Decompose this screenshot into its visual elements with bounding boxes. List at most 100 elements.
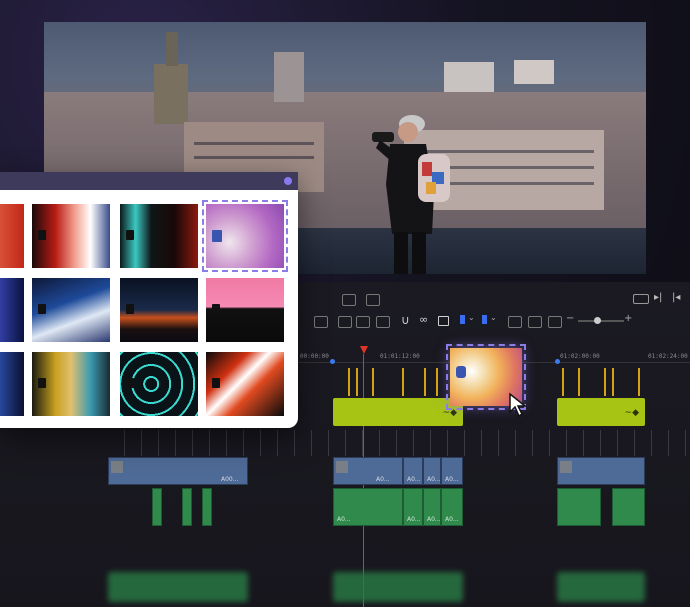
- clip-thumbnail: [560, 461, 572, 473]
- video-clip-label: A0...: [445, 476, 459, 483]
- title-clip-1[interactable]: ~◆: [333, 398, 463, 426]
- clip-marker: [638, 368, 640, 396]
- zoom-slider-track[interactable]: [578, 320, 624, 322]
- blade-icon[interactable]: [376, 316, 390, 328]
- clip-marker: [562, 368, 564, 396]
- sprocket-icon: [456, 366, 466, 378]
- audio-clip-lower: [557, 572, 645, 602]
- clip-thumbnail: [111, 461, 123, 473]
- sprocket-icon: [38, 230, 46, 240]
- sprocket-icon: [212, 304, 220, 314]
- effect-tile[interactable]: [206, 352, 284, 416]
- audio-clip[interactable]: A0...: [441, 488, 463, 526]
- video-clip[interactable]: A0...: [441, 457, 463, 485]
- mouse-cursor-icon: [509, 392, 528, 418]
- clip-marker: [436, 368, 438, 396]
- chevron-down-icon[interactable]: ⌄: [490, 313, 497, 322]
- audio-clip[interactable]: A0...: [423, 488, 441, 526]
- sprocket-icon: [126, 304, 134, 314]
- windows: [194, 142, 314, 145]
- clip-marker: [356, 368, 358, 396]
- white-building: [444, 62, 494, 92]
- panel-header: [0, 172, 298, 190]
- white-building-2: [514, 60, 554, 84]
- effect-tile[interactable]: [0, 278, 24, 342]
- lock-icon[interactable]: [438, 316, 449, 326]
- photographer-figure: [372, 115, 450, 274]
- effect-tile-selected[interactable]: [202, 200, 288, 272]
- clip-marker: [402, 368, 404, 396]
- sprocket-icon: [38, 378, 46, 388]
- clip-marker: [424, 368, 426, 396]
- effect-tile[interactable]: [32, 278, 110, 342]
- sprocket-icon: [212, 378, 220, 388]
- video-clip-label: A0...: [407, 476, 421, 483]
- audio-clip[interactable]: A0...: [333, 488, 403, 526]
- in-point-marker[interactable]: [330, 359, 335, 364]
- link-icon[interactable]: ∞: [419, 313, 428, 326]
- audio-clip[interactable]: [202, 488, 212, 526]
- audio-clip[interactable]: A0...: [403, 488, 423, 526]
- clip-marker: [372, 368, 374, 396]
- effect-tile[interactable]: [206, 278, 284, 342]
- trim-tool-icon[interactable]: [338, 316, 352, 328]
- magnet-icon[interactable]: ∪: [401, 313, 410, 327]
- effect-tile[interactable]: [0, 204, 24, 268]
- flag-icon[interactable]: [460, 315, 465, 324]
- sprocket-icon: [126, 378, 134, 388]
- audio-clip[interactable]: [612, 488, 645, 526]
- effect-tile[interactable]: [120, 204, 198, 268]
- video-clip-label: A00...: [221, 476, 239, 483]
- effects-library-panel: [0, 172, 298, 428]
- effect-tile[interactable]: [32, 204, 110, 268]
- audio-clip[interactable]: [182, 488, 192, 526]
- sprocket-icon: [38, 304, 46, 314]
- select-tool-icon[interactable]: [314, 316, 328, 328]
- effect-tile[interactable]: [0, 352, 24, 416]
- zoom-custom-icon[interactable]: [548, 316, 562, 328]
- effect-tile[interactable]: [32, 352, 110, 416]
- tall-building: [274, 52, 304, 102]
- audio-clip-label: A0...: [407, 516, 421, 523]
- clip-marker: [612, 368, 614, 396]
- zoom-out-icon[interactable]: −: [566, 313, 574, 324]
- audio-clip-label: A0...: [427, 516, 441, 523]
- video-clip[interactable]: A0...: [403, 457, 423, 485]
- next-icon[interactable]: ▸|: [654, 293, 662, 303]
- audio-clip-label: A0...: [337, 516, 351, 523]
- video-clip[interactable]: A0...: [333, 457, 403, 485]
- clip-marker: [578, 368, 580, 396]
- out-point-marker[interactable]: [555, 359, 560, 364]
- end-icon[interactable]: |◂: [672, 293, 680, 303]
- timecode-1: 01:01:12:00: [380, 353, 420, 360]
- dynamic-trim-icon[interactable]: [356, 316, 370, 328]
- audio-clip-label: A0...: [445, 516, 459, 523]
- video-clip[interactable]: A0...: [423, 457, 441, 485]
- effect-tile[interactable]: [120, 352, 198, 416]
- video-clip[interactable]: A00...: [108, 457, 248, 485]
- effect-tile[interactable]: [120, 278, 198, 342]
- clip-marker: [348, 368, 350, 396]
- clip-icon[interactable]: [342, 294, 356, 306]
- clip-icon[interactable]: [366, 294, 380, 306]
- audio-clip-lower: [333, 572, 463, 602]
- sprocket-icon: [126, 230, 134, 240]
- zoom-in-icon[interactable]: +: [624, 313, 632, 324]
- audio-clip[interactable]: [557, 488, 601, 526]
- chevron-down-icon[interactable]: ⌄: [468, 313, 475, 322]
- sprocket-icon: [212, 230, 222, 242]
- marker-icon[interactable]: [482, 315, 487, 324]
- zoom-slider-handle[interactable]: [594, 317, 601, 324]
- fullscreen-icon[interactable]: [633, 294, 649, 304]
- audio-clip-lower: [108, 572, 248, 602]
- timecode-0: 00:00:00: [300, 353, 329, 360]
- zoom-full-icon[interactable]: [508, 316, 522, 328]
- panel-indicator-dot[interactable]: [284, 177, 292, 185]
- video-clip[interactable]: [557, 457, 645, 485]
- church-tower: [154, 64, 188, 124]
- zoom-detail-icon[interactable]: [528, 316, 542, 328]
- video-clip-label: A0...: [376, 476, 390, 483]
- audio-clip[interactable]: [152, 488, 162, 526]
- title-clip-2[interactable]: ~◆: [557, 398, 645, 426]
- keyframe-icon: ~◆: [442, 408, 457, 418]
